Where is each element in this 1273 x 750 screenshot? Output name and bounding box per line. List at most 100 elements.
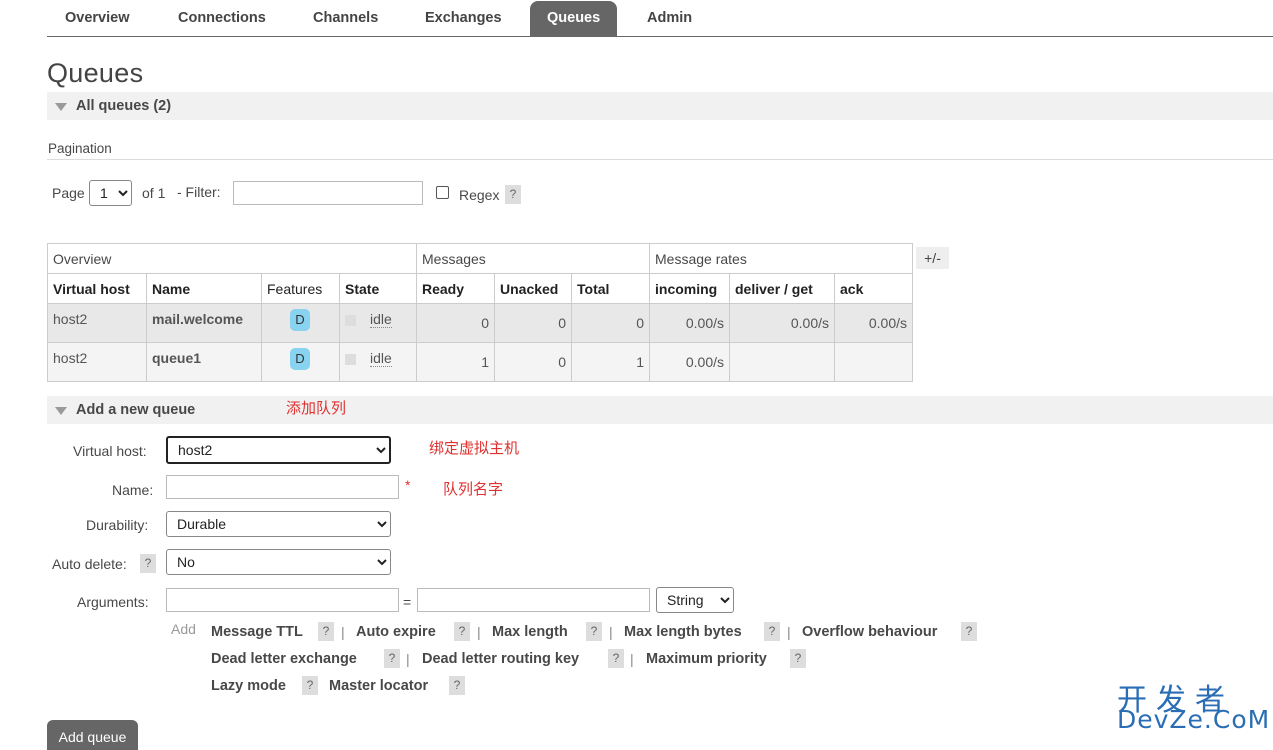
virtual-host-select[interactable]: host2 xyxy=(166,436,391,464)
col-unacked[interactable]: Unacked xyxy=(494,273,572,304)
durability-label: Durability: xyxy=(86,517,149,533)
col-name[interactable]: Name xyxy=(146,273,262,304)
durable-feature-badge: D xyxy=(290,309,310,331)
table-row[interactable]: host2 mail.welcome D idle 0 0 0 0.00/s 0… xyxy=(47,303,913,343)
col-virtual-host[interactable]: Virtual host xyxy=(47,273,147,304)
dead-letter-exchange-help-icon[interactable]: ? xyxy=(384,649,400,668)
page-title: Queues xyxy=(47,58,144,88)
max-length-bytes-help-icon[interactable]: ? xyxy=(764,622,780,641)
arguments-label: Arguments: xyxy=(77,594,149,610)
arg-lazy-mode-link[interactable]: Lazy mode xyxy=(211,678,286,694)
cell-features: D xyxy=(261,303,340,343)
col-total[interactable]: Total xyxy=(571,273,650,304)
table-group-header-row: Overview Messages Message rates xyxy=(47,243,913,274)
col-ready[interactable]: Ready xyxy=(416,273,495,304)
required-marker: * xyxy=(405,477,411,493)
col-state[interactable]: State xyxy=(339,273,417,304)
queues-table: Overview Messages Message rates Virtual … xyxy=(47,243,913,382)
tab-channels[interactable]: Channels xyxy=(296,0,395,36)
arg-message-ttl-link[interactable]: Message TTL xyxy=(211,624,303,640)
message-ttl-help-icon[interactable]: ? xyxy=(318,622,334,641)
filter-input[interactable] xyxy=(233,181,423,205)
regex-help-icon[interactable]: ? xyxy=(505,185,521,204)
cell-ack: 0.00/s xyxy=(834,303,913,343)
dead-letter-routing-key-help-icon[interactable]: ? xyxy=(608,649,624,668)
cell-deliver-get xyxy=(729,342,835,382)
arg-max-length-link[interactable]: Max length xyxy=(492,624,568,640)
arg-max-length-bytes-link[interactable]: Max length bytes xyxy=(624,624,742,640)
annotation-add-queue: 添加队列 xyxy=(286,400,347,417)
tab-queues[interactable]: Queues xyxy=(530,1,618,36)
top-nav: Overview Connections Channels Exchanges … xyxy=(47,0,1273,37)
cell-total: 1 xyxy=(571,342,650,382)
annotation-name: 队列名字 xyxy=(443,481,504,498)
state-indicator-icon xyxy=(345,314,356,326)
separator: | xyxy=(787,624,791,640)
auto-delete-help-icon[interactable]: ? xyxy=(140,554,156,573)
argument-type-select[interactable]: String xyxy=(656,587,734,613)
col-deliver-get[interactable]: deliver / get xyxy=(729,273,835,304)
arg-dead-letter-routing-key-link[interactable]: Dead letter routing key xyxy=(422,651,579,667)
cell-ack xyxy=(834,342,913,382)
overflow-behaviour-help-icon[interactable]: ? xyxy=(961,622,977,641)
cell-total: 0 xyxy=(571,303,650,343)
auto-delete-label: Auto delete: xyxy=(52,556,127,572)
arg-master-locator-link[interactable]: Master locator xyxy=(329,678,428,694)
tab-overview[interactable]: Overview xyxy=(48,0,147,36)
name-label: Name: xyxy=(112,482,154,498)
regex-label: Regex xyxy=(459,187,500,203)
regex-checkbox[interactable] xyxy=(436,186,449,199)
queue-name-input[interactable] xyxy=(166,475,399,499)
durability-select[interactable]: Durable xyxy=(166,511,391,537)
table-header-row: Virtual host Name Features State Ready U… xyxy=(47,273,913,304)
state-indicator-icon xyxy=(345,353,356,365)
table-row[interactable]: host2 queue1 D idle 1 0 1 0.00/s xyxy=(47,342,913,382)
group-messages: Messages xyxy=(416,243,650,274)
arg-dead-letter-exchange-link[interactable]: Dead letter exchange xyxy=(211,651,357,667)
watermark-logo: 开发者 DevZe.CoM xyxy=(1115,675,1269,735)
cell-vhost: host2 xyxy=(47,342,147,382)
cell-unacked: 0 xyxy=(494,303,572,343)
add-queue-button[interactable]: Add queue xyxy=(47,720,138,750)
maximum-priority-help-icon[interactable]: ? xyxy=(790,649,806,668)
lazy-mode-help-icon[interactable]: ? xyxy=(302,676,318,695)
state-text: idle xyxy=(370,350,392,367)
arg-maximum-priority-link[interactable]: Maximum priority xyxy=(646,651,767,667)
pagination-label: Pagination xyxy=(48,141,112,156)
separator: | xyxy=(609,624,613,640)
cell-deliver-get: 0.00/s xyxy=(729,303,835,343)
tab-exchanges[interactable]: Exchanges xyxy=(408,0,519,36)
add-queue-title: Add a new queue xyxy=(76,402,196,418)
auto-delete-select[interactable]: No xyxy=(166,549,391,575)
max-length-help-icon[interactable]: ? xyxy=(586,622,602,641)
cell-queue-name-link[interactable]: mail.welcome xyxy=(146,303,262,343)
col-features: Features xyxy=(261,273,340,304)
pagination-divider xyxy=(47,159,1273,160)
tab-connections[interactable]: Connections xyxy=(161,0,283,36)
cell-queue-name-link[interactable]: queue1 xyxy=(146,342,262,382)
all-queues-section-header[interactable]: All queues (2) xyxy=(47,92,1273,120)
group-message-rates: Message rates xyxy=(649,243,913,274)
watermark-en-text: DevZe.CoM xyxy=(1117,705,1271,734)
master-locator-help-icon[interactable]: ? xyxy=(449,676,465,695)
cell-incoming: 0.00/s xyxy=(649,303,730,343)
col-ack[interactable]: ack xyxy=(834,273,913,304)
cell-state: idle xyxy=(339,303,417,343)
add-queue-section-header[interactable]: Add a new queue xyxy=(47,396,1273,424)
argument-key-input[interactable] xyxy=(166,588,399,612)
cell-ready: 0 xyxy=(416,303,495,343)
virtual-host-label: Virtual host: xyxy=(73,443,147,459)
auto-expire-help-icon[interactable]: ? xyxy=(454,622,470,641)
column-toggle-button[interactable]: +/- xyxy=(916,247,949,269)
separator: | xyxy=(341,624,345,640)
filter-label: - Filter: xyxy=(177,184,221,200)
equals-sign: = xyxy=(403,594,412,610)
col-incoming[interactable]: incoming xyxy=(649,273,730,304)
arg-overflow-behaviour-link[interactable]: Overflow behaviour xyxy=(802,624,937,640)
page-select[interactable]: 1 xyxy=(89,180,132,206)
argument-value-input[interactable] xyxy=(417,588,650,612)
arg-auto-expire-link[interactable]: Auto expire xyxy=(356,624,436,640)
tab-admin[interactable]: Admin xyxy=(630,0,709,36)
cell-vhost: host2 xyxy=(47,303,147,343)
cell-incoming: 0.00/s xyxy=(649,342,730,382)
